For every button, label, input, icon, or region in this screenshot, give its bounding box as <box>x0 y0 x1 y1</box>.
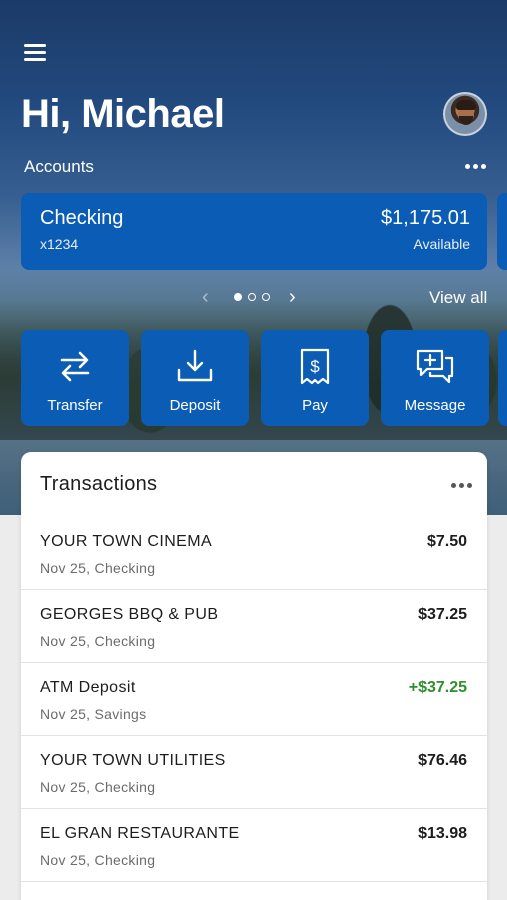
transactions-card: Transactions YOUR TOWN CINEMA Nov 25, Ch… <box>21 452 487 900</box>
transaction-merchant: EL GRAN RESTAURANTE <box>40 825 240 842</box>
pay-label: Pay <box>302 397 328 414</box>
account-balance-label: Available <box>413 236 470 252</box>
account-name: Checking <box>40 207 124 229</box>
accounts-label: Accounts <box>24 157 94 176</box>
transactions-title: Transactions <box>40 473 158 495</box>
transaction-amount: $37.25 <box>418 606 467 623</box>
transfer-arrows-icon <box>60 351 90 382</box>
account-card-checking[interactable]: Checking x1234 $1,175.01 Available <box>21 193 487 270</box>
table-row[interactable]: YOUR TOWN UTILITIES Nov 25, Checking $76… <box>21 736 487 809</box>
transaction-meta: Nov 25, Checking <box>40 852 156 868</box>
message-label: Message <box>404 397 466 414</box>
avatar[interactable] <box>443 92 487 136</box>
transaction-meta: Nov 25, Savings <box>40 706 147 722</box>
table-row[interactable]: GEORGES BBQ & PUB Nov 25, Checking $37.2… <box>21 590 487 663</box>
transaction-meta: Nov 25, Checking <box>40 560 156 576</box>
svg-text:$: $ <box>310 357 320 376</box>
account-balance: $1,175.01 <box>381 207 470 229</box>
transaction-merchant: ATM Deposit <box>40 679 136 696</box>
transaction-merchant: GEORGES BBQ & PUB <box>40 606 219 623</box>
chevron-right-icon[interactable]: › <box>289 286 296 309</box>
transaction-meta: Nov 25, Checking <box>40 633 156 649</box>
account-pager: ‹ › <box>200 286 310 308</box>
deposit-button[interactable]: Deposit <box>141 330 249 426</box>
view-all-link[interactable]: View all <box>429 288 487 308</box>
pay-button[interactable]: $ Pay <box>261 330 369 426</box>
pager-dot-3[interactable] <box>262 293 270 301</box>
pager-dot-1[interactable] <box>234 293 242 301</box>
greeting-title: Hi, Michael <box>21 92 225 136</box>
deposit-label: Deposit <box>169 397 221 414</box>
more-actions-peek[interactable] <box>498 330 507 426</box>
transaction-amount: $7.50 <box>426 533 467 550</box>
accounts-more-icon[interactable] <box>465 161 489 171</box>
transaction-amount: +$37.25 <box>408 679 467 696</box>
dollar-receipt-icon: $ <box>300 348 330 385</box>
account-number: x1234 <box>40 236 79 252</box>
table-row[interactable]: ATM Deposit Nov 25, Savings +$37.25 <box>21 663 487 736</box>
message-button[interactable]: Message <box>381 330 489 426</box>
transfer-button[interactable]: Transfer <box>21 330 129 426</box>
table-row[interactable]: EL GRAN RESTAURANTE Nov 25, Checking $13… <box>21 809 487 882</box>
next-account-card-peek[interactable] <box>497 193 507 270</box>
table-row[interactable]: YOUR TOWN CINEMA Nov 25, Checking $7.50 <box>21 517 487 590</box>
transaction-amount: $13.98 <box>418 825 467 842</box>
transaction-meta: Nov 25, Checking <box>40 779 156 795</box>
transfer-label: Transfer <box>47 397 103 414</box>
transaction-amount: $76.46 <box>418 752 467 769</box>
transaction-merchant: YOUR TOWN CINEMA <box>40 533 213 550</box>
chevron-left-icon[interactable]: ‹ <box>202 286 209 309</box>
hamburger-menu-icon[interactable] <box>24 44 46 64</box>
transaction-merchant: YOUR TOWN UTILITIES <box>40 752 226 769</box>
download-tray-icon <box>177 349 213 382</box>
pager-dot-2[interactable] <box>248 293 256 301</box>
chat-plus-icon <box>416 349 454 384</box>
transactions-more-icon[interactable] <box>451 480 475 490</box>
